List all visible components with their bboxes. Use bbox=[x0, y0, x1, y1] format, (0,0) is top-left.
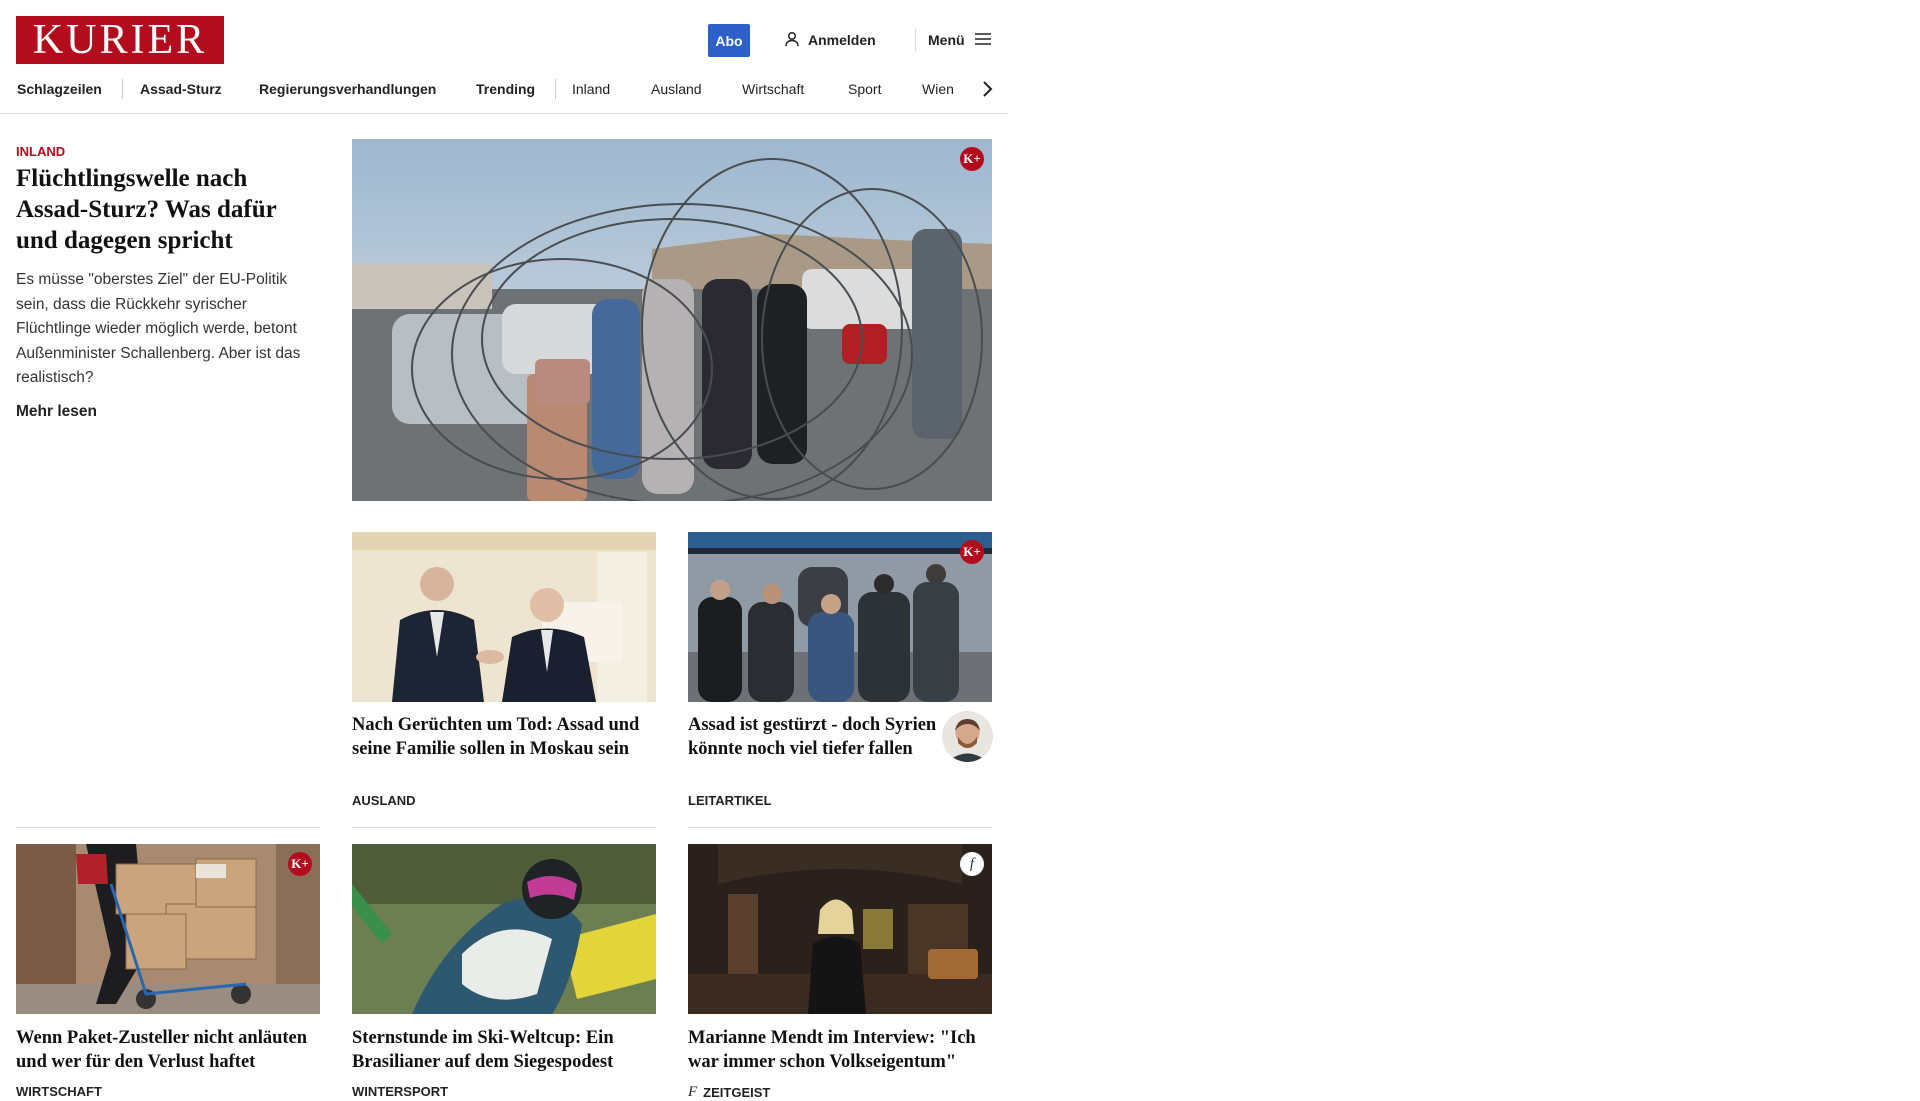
zeitgeist-f-icon: f bbox=[688, 1084, 698, 1100]
card-category[interactable]: WINTERSPORT bbox=[352, 1084, 448, 1099]
card-title[interactable]: Marianne Mendt im Interview: "Ich war im… bbox=[688, 1026, 992, 1074]
card-title[interactable]: Sternstunde im Ski-Weltcup: Ein Brasilia… bbox=[352, 1026, 656, 1074]
menu-label: Menü bbox=[928, 32, 965, 48]
card-category-zeitgeist[interactable]: f ZEITGEIST bbox=[688, 1084, 770, 1101]
nav-item-ausland[interactable]: Ausland bbox=[651, 73, 702, 105]
divider bbox=[688, 827, 992, 828]
abo-button[interactable]: Abo bbox=[708, 24, 750, 57]
nav-item-wirtschaft[interactable]: Wirtschaft bbox=[742, 73, 804, 105]
nav-item-regierungsverhandlungen[interactable]: Regierungsverhandlungen bbox=[259, 73, 436, 105]
page: KURIER Abo Anmelden Menü Schlagzeilen As… bbox=[0, 0, 1008, 1100]
card-category[interactable]: AUSLAND bbox=[352, 793, 416, 808]
zeitgeist-f-icon: f bbox=[960, 852, 984, 876]
card-image-syria-celebration[interactable]: K+ bbox=[688, 532, 992, 702]
chevron-right-icon[interactable] bbox=[977, 79, 997, 99]
kurier-logo[interactable]: KURIER bbox=[16, 16, 224, 64]
nav-separator bbox=[555, 79, 556, 99]
card-title[interactable]: Wenn Paket-Zusteller nicht anläu­ten und… bbox=[16, 1026, 320, 1074]
card-title[interactable]: Nach Gerüchten um Tod: Assad und seine F… bbox=[352, 713, 656, 761]
divider bbox=[16, 827, 320, 828]
header-separator bbox=[915, 28, 916, 52]
login-label: Anmelden bbox=[808, 32, 876, 48]
nav-item-sport[interactable]: Sport bbox=[848, 73, 881, 105]
kurier-plus-badge-icon: K+ bbox=[960, 147, 984, 171]
card-category[interactable]: WIRTSCHAFT bbox=[16, 1084, 102, 1099]
nav-item-inland[interactable]: Inland bbox=[572, 73, 610, 105]
nav-item-assad-sturz[interactable]: Assad-Sturz bbox=[140, 73, 222, 105]
nav-item-schlagzeilen[interactable]: Schlagzeilen bbox=[17, 73, 102, 105]
divider bbox=[352, 827, 656, 828]
lead-teaser: Es müsse "oberstes Ziel" der EU-Politik … bbox=[16, 271, 301, 386]
lead-title[interactable]: Flüchtlingswelle nach Assad-Sturz? Was d… bbox=[16, 163, 316, 256]
card-title[interactable]: Assad ist gestürzt - doch Syrien könnte … bbox=[688, 713, 938, 761]
login-button[interactable]: Anmelden bbox=[784, 28, 876, 52]
hamburger-icon bbox=[974, 32, 991, 49]
nav-item-wien[interactable]: Wien bbox=[922, 73, 954, 105]
nav-separator bbox=[122, 79, 123, 99]
main-nav: Schlagzeilen Assad-Sturz Regierungsverha… bbox=[0, 73, 1008, 114]
menu-button[interactable]: Menü bbox=[928, 28, 991, 52]
read-more-link[interactable]: Mehr lesen bbox=[16, 403, 97, 421]
card-category: ZEITGEIST bbox=[703, 1085, 771, 1100]
lead-category[interactable]: INLAND bbox=[16, 144, 65, 159]
lead-image[interactable]: K+ bbox=[352, 139, 992, 501]
card-image-ski-racer[interactable] bbox=[352, 844, 656, 1014]
card-image-marianne-mendt[interactable]: f bbox=[688, 844, 992, 1014]
nav-item-trending[interactable]: Trending bbox=[476, 73, 535, 105]
card-image-assad-putin[interactable] bbox=[352, 532, 656, 702]
user-icon bbox=[784, 31, 800, 50]
kurier-plus-badge-icon: K+ bbox=[960, 540, 984, 564]
card-category[interactable]: LEITARTIKEL bbox=[688, 793, 772, 808]
author-avatar[interactable] bbox=[942, 711, 993, 762]
kurier-plus-badge-icon: K+ bbox=[288, 852, 312, 876]
card-image-parcel-delivery[interactable]: K+ bbox=[16, 844, 320, 1014]
